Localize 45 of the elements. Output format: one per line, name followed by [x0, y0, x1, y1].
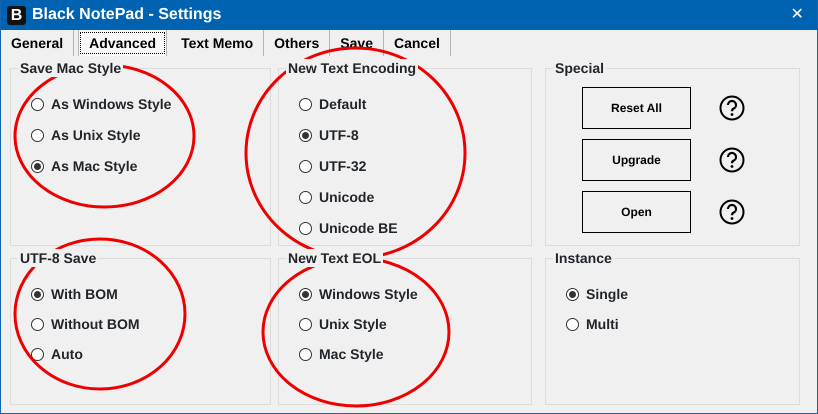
radio-button[interactable]: [566, 318, 579, 330]
radio-button[interactable]: [31, 348, 44, 360]
radio-button[interactable]: [31, 288, 44, 300]
radio-label[interactable]: Single: [586, 284, 628, 304]
radio-button[interactable]: [299, 98, 312, 111]
action-button[interactable]: Reset All: [582, 87, 691, 129]
group-title: New Text EOL: [286, 249, 384, 267]
radio-button[interactable]: [299, 222, 312, 235]
group-title: New Text Encoding: [286, 59, 418, 77]
radio-button[interactable]: [299, 348, 312, 360]
radio-label[interactable]: Unix Style: [319, 314, 387, 334]
radio-label[interactable]: As Unix Style: [51, 125, 140, 146]
radio-label[interactable]: Without BOM: [51, 314, 140, 334]
radio-button[interactable]: [299, 288, 312, 300]
radio-button[interactable]: [31, 129, 44, 142]
radio-label[interactable]: With BOM: [51, 284, 118, 304]
group-title: UTF-8 Save: [18, 249, 98, 267]
radio-button[interactable]: [299, 191, 312, 204]
app-icon: B: [7, 6, 26, 24]
close-button[interactable]: ✕: [777, 2, 817, 28]
action-button[interactable]: Upgrade: [582, 139, 691, 181]
help-icon[interactable]: [719, 199, 745, 225]
radio-label[interactable]: UTF-32: [319, 156, 366, 177]
radio-button[interactable]: [299, 160, 312, 173]
radio-label[interactable]: As Mac Style: [51, 156, 138, 177]
help-icon[interactable]: [719, 95, 745, 121]
radio-button[interactable]: [31, 160, 44, 173]
radio-label[interactable]: Windows Style: [319, 284, 418, 304]
radio-button[interactable]: [31, 98, 44, 111]
window-title: Black NotePad - Settings: [32, 5, 222, 25]
radio-label[interactable]: Mac Style: [319, 344, 384, 364]
radio-button[interactable]: [31, 318, 44, 330]
radio-button[interactable]: [299, 129, 312, 142]
radio-label[interactable]: Default: [319, 94, 366, 115]
help-icon[interactable]: [719, 147, 745, 173]
radio-label[interactable]: Unicode BE: [319, 218, 398, 239]
radio-label[interactable]: Multi: [586, 314, 619, 334]
tab[interactable]: Advanced: [78, 30, 168, 56]
radio-button[interactable]: [299, 318, 312, 330]
radio-button[interactable]: [566, 288, 579, 300]
radio-label[interactable]: Unicode: [319, 187, 374, 208]
radio-label[interactable]: Auto: [51, 344, 83, 364]
radio-label[interactable]: As Windows Style: [51, 94, 172, 115]
radio-label[interactable]: UTF-8: [319, 125, 359, 146]
action-button[interactable]: Open: [582, 191, 691, 233]
